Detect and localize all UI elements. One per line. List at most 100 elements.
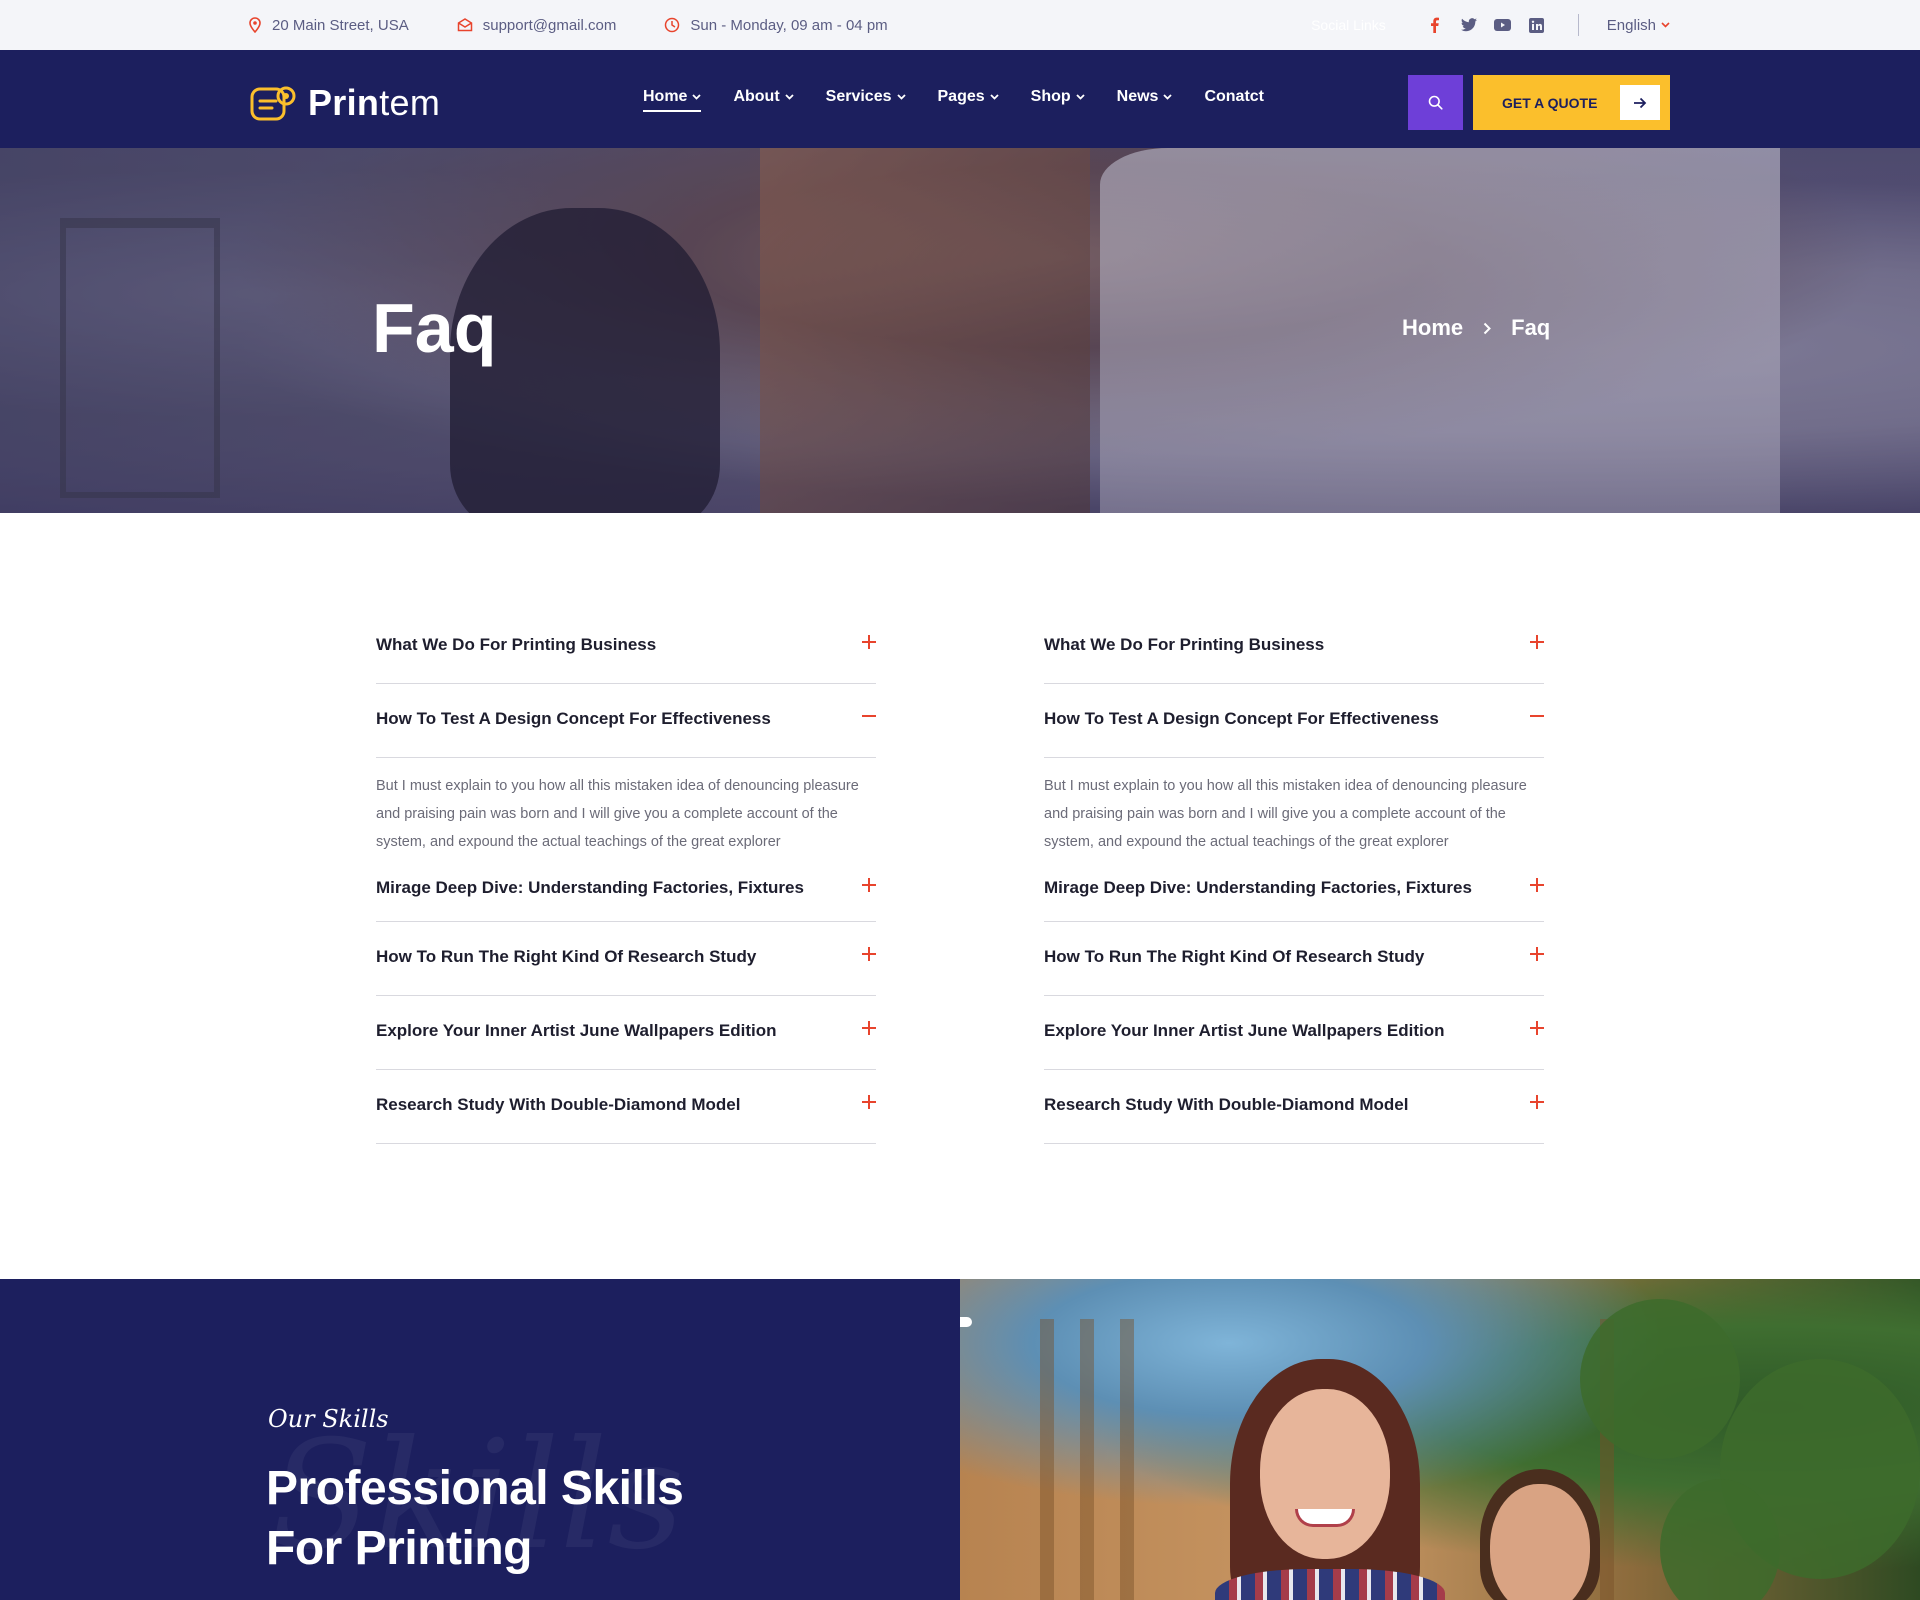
logo-text-light: tem	[379, 82, 441, 123]
faq-question-text: Explore Your Inner Artist June Wallpaper…	[1044, 1020, 1445, 1040]
faq-question[interactable]: What We Do For Printing Business	[1044, 610, 1544, 684]
minus-icon[interactable]	[1530, 709, 1544, 723]
faq-question[interactable]: Mirage Deep Dive: Understanding Factorie…	[376, 858, 876, 922]
clock-icon	[665, 17, 680, 33]
plus-icon[interactable]	[862, 1021, 876, 1035]
breadcrumb-home-link[interactable]: Home	[1402, 315, 1463, 341]
chevron-down-icon	[1661, 22, 1670, 28]
woman-shirt	[1215, 1569, 1445, 1600]
faq-question-text: Research Study With Double-Diamond Model	[376, 1094, 741, 1114]
plus-icon[interactable]	[1530, 1095, 1544, 1109]
minus-icon[interactable]	[862, 709, 876, 723]
chevron-down-icon	[1163, 94, 1173, 100]
linkedin-icon[interactable]	[1528, 16, 1546, 34]
nav-item-label: Services	[825, 88, 892, 105]
faq-question-text: What We Do For Printing Business	[1044, 634, 1325, 654]
nav-item-label: News	[1116, 88, 1159, 105]
plus-icon[interactable]	[1530, 1021, 1544, 1035]
wall-slat	[1120, 1319, 1134, 1600]
decorative-dot	[960, 1317, 972, 1327]
nav-item-label: Pages	[937, 88, 985, 105]
top-bar: 20 Main Street, USA support@gmail.com Su…	[0, 0, 1920, 50]
faq-question[interactable]: How To Run The Right Kind Of Research St…	[376, 922, 876, 996]
breadcrumb: Home Faq	[1402, 315, 1550, 341]
faq-question[interactable]: Explore Your Inner Artist June Wallpaper…	[376, 996, 876, 1070]
plus-icon[interactable]	[1530, 635, 1544, 649]
nav-item-label: Conatct	[1204, 88, 1264, 105]
faq-question-text: Explore Your Inner Artist June Wallpaper…	[376, 1020, 777, 1040]
plus-icon[interactable]	[862, 635, 876, 649]
get-a-quote-button[interactable]: GET A QUOTE	[1473, 75, 1670, 130]
team-photo	[960, 1279, 1920, 1600]
wall-slat	[1040, 1319, 1054, 1600]
email-info[interactable]: support@gmail.com	[457, 17, 617, 34]
nav-item-about[interactable]: About	[733, 88, 794, 106]
plus-icon[interactable]	[1530, 878, 1544, 892]
page-title: Faq	[372, 289, 497, 367]
section-title-line-2: For Printing	[266, 1522, 532, 1575]
arrow-right-icon	[1620, 85, 1660, 120]
hero-overlay	[0, 148, 1920, 513]
plus-icon[interactable]	[862, 878, 876, 892]
man-face	[1490, 1484, 1590, 1600]
nav-item-pages[interactable]: Pages	[938, 88, 999, 106]
faq-accordion-right: What We Do For Printing Business How To …	[1044, 610, 1544, 1144]
logo-text: Printem	[308, 82, 440, 124]
section-title-line-1: Professional Skills	[266, 1462, 684, 1515]
logo-text-bold: Prin	[308, 82, 380, 123]
location-pin-icon	[249, 17, 261, 33]
nav-item-label: About	[733, 88, 780, 105]
faq-question-open[interactable]: How To Test A Design Concept For Effecti…	[1044, 684, 1544, 758]
chevron-down-icon	[692, 94, 702, 100]
woman-smile	[1295, 1509, 1355, 1527]
chevron-down-icon	[1076, 94, 1085, 100]
printer-roll-icon	[250, 86, 296, 121]
mail-icon	[457, 18, 472, 32]
faq-question[interactable]: Research Study With Double-Diamond Model	[376, 1070, 876, 1144]
page-hero-banner: Faq Home Faq	[0, 148, 1920, 513]
plus-icon[interactable]	[862, 947, 876, 961]
facebook-icon[interactable]	[1426, 16, 1444, 34]
faq-question-text: Mirage Deep Dive: Understanding Factorie…	[376, 877, 804, 897]
breadcrumb-current: Faq	[1511, 315, 1551, 340]
twitter-icon[interactable]	[1460, 16, 1478, 34]
address-text: 20 Main Street, USA	[272, 16, 409, 34]
search-button[interactable]	[1408, 75, 1463, 130]
wall-slat	[1080, 1319, 1094, 1600]
faq-question-text: What We Do For Printing Business	[376, 634, 657, 654]
language-label: English	[1606, 16, 1656, 34]
faq-question[interactable]: What We Do For Printing Business	[376, 610, 876, 684]
nav-item-home[interactable]: Home	[643, 88, 702, 112]
faq-question[interactable]: Explore Your Inner Artist June Wallpaper…	[1044, 996, 1544, 1070]
faq-question[interactable]: Research Study With Double-Diamond Model	[1044, 1070, 1544, 1144]
search-icon	[1428, 95, 1443, 110]
section-subtitle: Our Skills	[268, 1405, 389, 1433]
main-navbar: Printem Home About Services Pages Shop N…	[0, 50, 1920, 148]
main-menu: Home About Services Pages Shop News Cona…	[643, 88, 1296, 112]
nav-item-news[interactable]: News	[1117, 88, 1173, 106]
language-selector[interactable]: English	[1607, 17, 1670, 34]
plus-icon[interactable]	[1530, 947, 1544, 961]
site-logo[interactable]: Printem	[250, 82, 440, 124]
email-link[interactable]: support@gmail.com	[483, 17, 617, 34]
faq-question-text: How To Run The Right Kind Of Research St…	[1044, 946, 1425, 966]
nav-item-label: Shop	[1030, 88, 1071, 105]
hours-text: Sun - Monday, 09 am - 04 pm	[690, 16, 888, 34]
nav-item-services[interactable]: Services	[826, 88, 906, 106]
plus-icon[interactable]	[862, 1095, 876, 1109]
faq-question-text: How To Run The Right Kind Of Research St…	[376, 946, 757, 966]
chevron-down-icon	[896, 94, 906, 100]
chevron-down-icon	[785, 94, 794, 100]
faq-answer-text: But I must explain to you how all this m…	[376, 778, 859, 850]
youtube-icon[interactable]	[1494, 16, 1512, 34]
skills-text-panel: Skills Our Skills Professional Skills Fo…	[0, 1279, 960, 1600]
nav-item-contact[interactable]: Conatct	[1204, 88, 1264, 106]
social-links	[1410, 16, 1546, 34]
faq-question[interactable]: Mirage Deep Dive: Understanding Factorie…	[1044, 858, 1544, 922]
faq-question[interactable]: How To Run The Right Kind Of Research St…	[1044, 922, 1544, 996]
chevron-down-icon	[990, 94, 999, 100]
faq-question-open[interactable]: How To Test A Design Concept For Effecti…	[376, 684, 876, 758]
social-links-label: Social Links	[1311, 17, 1386, 33]
nav-item-label: Home	[643, 88, 688, 105]
nav-item-shop[interactable]: Shop	[1031, 88, 1085, 106]
